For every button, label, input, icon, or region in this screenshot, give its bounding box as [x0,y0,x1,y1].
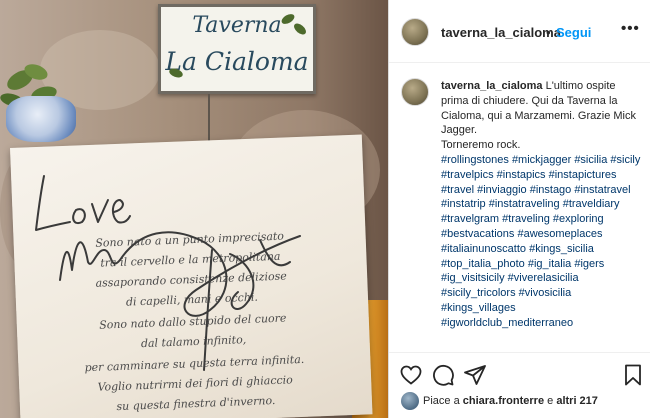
avatar[interactable] [401,18,429,46]
hashtag-link[interactable]: #kings_villages [441,302,516,314]
hashtag-link[interactable]: #travelgram [441,213,499,225]
header-username[interactable]: taverna_la_cialoma [441,25,561,40]
hashtag-link[interactable]: #ig_visitsicily [441,272,505,284]
hashtag-link[interactable]: #bestvacations [441,228,514,240]
post-photo[interactable]: Taverna La Cialoma Sono nato a un punto … [0,0,388,418]
likes-summary[interactable]: Piace a chiara.fronterre e altri 217 [423,395,598,407]
share-icon[interactable] [463,363,487,387]
likes-others[interactable]: altri 217 [556,395,598,407]
hashtag-list: #rollingstones #mickjagger #sicilia #sic… [441,154,640,329]
signed-poem-paper: Sono nato a un punto imprecisato tra il … [10,134,373,418]
hashtag-link[interactable]: #sicily_tricolors [441,287,516,299]
sign-hook [208,94,210,146]
likes-user[interactable]: chiara.fronterre [463,395,544,407]
sign-line-2: La Cialoma [165,47,309,76]
hashtag-link[interactable]: #sicily [610,154,640,166]
hashtag-link[interactable]: #traveling [502,213,550,225]
comment-icon[interactable] [431,363,455,387]
liker-avatar[interactable] [401,392,419,410]
post-side-panel: taverna_la_cialoma • Segui ••• taverna_l… [388,0,650,418]
post-header: taverna_la_cialoma • Segui ••• [389,0,650,63]
separator-dot: • [546,25,551,40]
hashtag-link[interactable]: #igworldclub_mediterraneo [441,317,573,329]
follow-button[interactable]: Segui [556,25,591,40]
hashtag-link[interactable]: #exploring [553,213,604,225]
caption-text-2: Torneremo rock. [441,139,521,152]
restaurant-sign: Taverna La Cialoma [158,4,316,94]
hashtag-link[interactable]: #travel [441,184,474,196]
bookmark-icon[interactable] [621,363,645,387]
hashtag-link[interactable]: #vivosicilia [519,287,572,299]
hashtag-link[interactable]: #igers [574,258,604,270]
hashtag-link[interactable]: #awesomeplaces [517,228,602,240]
hashtag-link[interactable]: #instapics [497,169,546,181]
likes-prefix: Piace a [423,395,460,407]
hashtag-link[interactable]: #kings_sicilia [529,243,594,255]
hashtag-link[interactable]: #instatravel [574,184,630,196]
post-actions: Piace a chiara.fronterre e altri 217 [389,352,650,418]
hashtag-link[interactable]: #top_italia_photo [441,258,525,270]
post-caption: taverna_la_cialoma L'ultimo ospite prima… [441,79,643,331]
hashtag-link[interactable]: #instatraveling [489,198,560,210]
caption-avatar[interactable] [401,78,429,106]
hashtag-link[interactable]: #inviaggio [477,184,527,196]
hashtag-link[interactable]: #sicilia [574,154,607,166]
hashtag-link[interactable]: #italiainunoscatto [441,243,526,255]
hashtag-link[interactable]: #instatrip [441,198,486,210]
hashtag-link[interactable]: #travelpics [441,169,494,181]
ceramic-pot [6,96,76,142]
hashtag-link[interactable]: #instapictures [549,169,617,181]
hashtag-link[interactable]: #viverelasicilia [508,272,579,284]
more-horizontal-icon[interactable]: ••• [621,20,641,40]
likes-and: e [547,395,554,407]
heart-icon[interactable] [399,363,423,387]
hashtag-link[interactable]: #rollingstones [441,154,509,166]
hashtag-link[interactable]: #traveldiary [563,198,620,210]
caption-username[interactable]: taverna_la_cialoma [441,80,543,92]
hashtag-link[interactable]: #instago [530,184,572,196]
hashtag-link[interactable]: #ig_italia [528,258,571,270]
hashtag-link[interactable]: #mickjagger [512,154,571,166]
